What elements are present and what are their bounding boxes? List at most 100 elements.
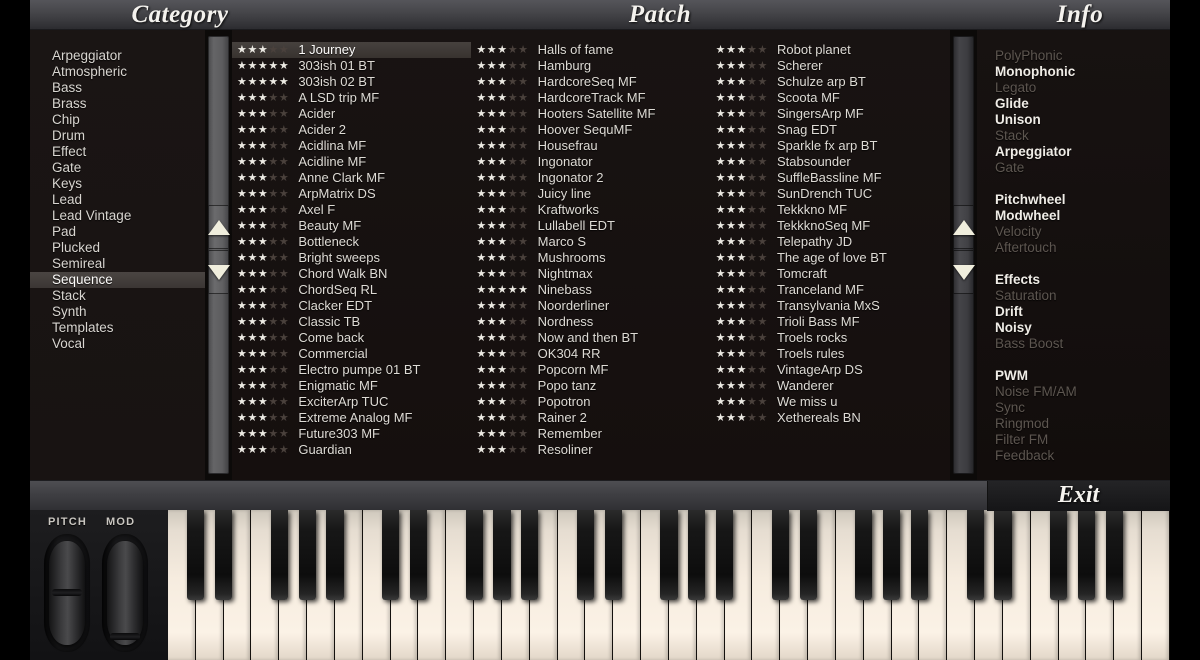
patch-list-item[interactable]: ★★★★★ Xethereals BN bbox=[711, 410, 950, 426]
patch-list-item[interactable]: ★★★★★ Clacker EDT bbox=[232, 298, 471, 314]
white-key[interactable] bbox=[279, 510, 308, 660]
patch-list-item[interactable]: ★★★★★ Marco S bbox=[471, 234, 710, 250]
patch-list-item[interactable]: ★★★★★ Bottleneck bbox=[232, 234, 471, 250]
patch-list-item[interactable]: ★★★★★ 303ish 01 BT bbox=[232, 58, 471, 74]
patch-list-item[interactable]: ★★★★★ Classic TB bbox=[232, 314, 471, 330]
patch-list-item[interactable]: ★★★★★ Rainer 2 bbox=[471, 410, 710, 426]
white-key[interactable] bbox=[641, 510, 669, 660]
white-key[interactable] bbox=[168, 510, 196, 660]
category-item[interactable]: Arpeggiator bbox=[50, 48, 205, 64]
patch-list-item[interactable]: ★★★★★ Remember bbox=[471, 426, 710, 442]
patch-scroll-down-button[interactable] bbox=[952, 250, 975, 294]
patch-list-item[interactable]: ★★★★★ Axel F bbox=[232, 202, 471, 218]
patch-scrollbar[interactable] bbox=[950, 30, 977, 480]
patch-list-item[interactable]: ★★★★★ SunDrench TUC bbox=[711, 186, 950, 202]
patch-list-item[interactable]: ★★★★★ HardcoreTrack MF bbox=[471, 90, 710, 106]
patch-list-item[interactable]: ★★★★★ ChordSeq RL bbox=[232, 282, 471, 298]
patch-list-item[interactable]: ★★★★★ Juicy line bbox=[471, 186, 710, 202]
white-keys[interactable] bbox=[168, 510, 1170, 660]
white-key[interactable] bbox=[835, 510, 864, 660]
white-key[interactable] bbox=[1058, 510, 1087, 660]
patch-list-item[interactable]: ★★★★★ Sparkle fx arp BT bbox=[711, 138, 950, 154]
patch-list-item[interactable]: ★★★★★ Nightmax bbox=[471, 266, 710, 282]
patch-list-item[interactable]: ★★★★★ Robot planet bbox=[711, 42, 950, 58]
patch-list-item[interactable]: ★★★★★ TekkknoSeq MF bbox=[711, 218, 950, 234]
category-item[interactable]: Drum bbox=[50, 128, 205, 144]
patch-list-item[interactable]: ★★★★★ Transylvania MxS bbox=[711, 298, 950, 314]
white-key[interactable] bbox=[1141, 510, 1170, 660]
mod-wheel[interactable] bbox=[107, 541, 143, 645]
category-item[interactable]: Sequence bbox=[30, 272, 205, 288]
patch-list-item[interactable]: ★★★★★ Troels rules bbox=[711, 346, 950, 362]
patch-list-item[interactable]: ★★★★★ Lullabell EDT bbox=[471, 218, 710, 234]
category-item[interactable]: Chip bbox=[50, 112, 205, 128]
white-key[interactable] bbox=[1002, 510, 1031, 660]
patch-list-item[interactable]: ★★★★★ Hamburg bbox=[471, 58, 710, 74]
white-key[interactable] bbox=[891, 510, 920, 660]
white-key[interactable] bbox=[919, 510, 948, 660]
white-key[interactable] bbox=[474, 510, 502, 660]
white-key[interactable] bbox=[501, 510, 530, 660]
patch-list-item[interactable]: ★★★★★ Resoliner bbox=[471, 442, 710, 458]
category-item[interactable]: Keys bbox=[50, 176, 205, 192]
patch-list-item[interactable]: ★★★★★ VintageArp DS bbox=[711, 362, 950, 378]
patch-list-item[interactable]: ★★★★★ Scoota MF bbox=[711, 90, 950, 106]
white-key[interactable] bbox=[557, 510, 586, 660]
patch-list-item[interactable]: ★★★★★ Bright sweeps bbox=[232, 250, 471, 266]
category-item[interactable]: Stack bbox=[50, 288, 205, 304]
patch-list-item[interactable]: ★★★★★ Trioli Bass MF bbox=[711, 314, 950, 330]
white-key[interactable] bbox=[863, 510, 892, 660]
pitch-wheel[interactable] bbox=[49, 541, 85, 645]
white-key[interactable] bbox=[780, 510, 809, 660]
category-item[interactable]: Bass bbox=[50, 80, 205, 96]
patch-list-item[interactable]: ★★★★★ Ingonator bbox=[471, 154, 710, 170]
patch-list-item[interactable]: ★★★★★ Commercial bbox=[232, 346, 471, 362]
patch-list-item[interactable]: ★★★★★ Tranceland MF bbox=[711, 282, 950, 298]
patch-list-item[interactable]: ★★★★★ Telepathy JD bbox=[711, 234, 950, 250]
white-key[interactable] bbox=[752, 510, 781, 660]
patch-list-item[interactable]: ★★★★★ ArpMatrix DS bbox=[232, 186, 471, 202]
patch-list-item[interactable]: ★★★★★ Anne Clark MF bbox=[232, 170, 471, 186]
category-item[interactable]: Templates bbox=[50, 320, 205, 336]
patch-list-item[interactable]: ★★★★★ Guardian bbox=[232, 442, 471, 458]
category-item[interactable]: Brass bbox=[50, 96, 205, 112]
white-key[interactable] bbox=[195, 510, 224, 660]
piano-keyboard[interactable] bbox=[168, 510, 1170, 660]
white-key[interactable] bbox=[334, 510, 363, 660]
category-item[interactable]: Lead Vintage bbox=[50, 208, 205, 224]
patch-list[interactable]: ★★★★★ 1 Journey ★★★★★ 303ish 01 BT ★★★★★ 303i… bbox=[232, 30, 950, 480]
patch-list-item[interactable]: ★★★★★ Hooters Satellite MF bbox=[471, 106, 710, 122]
patch-list-item[interactable]: ★★★★★ 1 Journey bbox=[232, 42, 472, 58]
category-item[interactable]: Gate bbox=[50, 160, 205, 176]
patch-list-item[interactable]: ★★★★★ Hoover SequMF bbox=[471, 122, 710, 138]
white-key[interactable] bbox=[446, 510, 475, 660]
white-key[interactable] bbox=[307, 510, 335, 660]
patch-list-item[interactable]: ★★★★★ Halls of fame bbox=[471, 42, 710, 58]
category-item[interactable]: Plucked bbox=[50, 240, 205, 256]
category-list[interactable]: Arpeggiator Atmospheric Bass Brass Chip Drum E… bbox=[30, 30, 205, 352]
category-item[interactable]: Vocal bbox=[50, 336, 205, 352]
white-key[interactable] bbox=[585, 510, 614, 660]
patch-list-item[interactable]: ★★★★★ Acider 2 bbox=[232, 122, 471, 138]
patch-list-item[interactable]: ★★★★★ Stabsounder bbox=[711, 154, 950, 170]
category-scrollbar[interactable] bbox=[205, 30, 232, 480]
exit-button[interactable]: Exit bbox=[987, 481, 1170, 511]
white-key[interactable] bbox=[696, 510, 725, 660]
patch-list-item[interactable]: ★★★★★ Popo tanz bbox=[471, 378, 710, 394]
patch-list-item[interactable]: ★★★★★ Tomcraft bbox=[711, 266, 950, 282]
patch-list-item[interactable]: ★★★★★ HardcoreSeq MF bbox=[471, 74, 710, 90]
patch-list-item[interactable]: ★★★★★ OK304 RR bbox=[471, 346, 710, 362]
white-key[interactable] bbox=[1114, 510, 1142, 660]
white-key[interactable] bbox=[975, 510, 1003, 660]
white-key[interactable] bbox=[390, 510, 419, 660]
patch-list-item[interactable]: ★★★★★ Nordness bbox=[471, 314, 710, 330]
white-key[interactable] bbox=[529, 510, 558, 660]
patch-list-item[interactable]: ★★★★★ Scherer bbox=[711, 58, 950, 74]
patch-list-item[interactable]: ★★★★★ Now and then BT bbox=[471, 330, 710, 346]
patch-list-item[interactable]: ★★★★★ Kraftworks bbox=[471, 202, 710, 218]
white-key[interactable] bbox=[613, 510, 642, 660]
category-item[interactable]: Lead bbox=[50, 192, 205, 208]
category-item[interactable]: Semireal bbox=[50, 256, 205, 272]
patch-list-item[interactable]: ★★★★★ 303ish 02 BT bbox=[232, 74, 471, 90]
white-key[interactable] bbox=[1030, 510, 1059, 660]
